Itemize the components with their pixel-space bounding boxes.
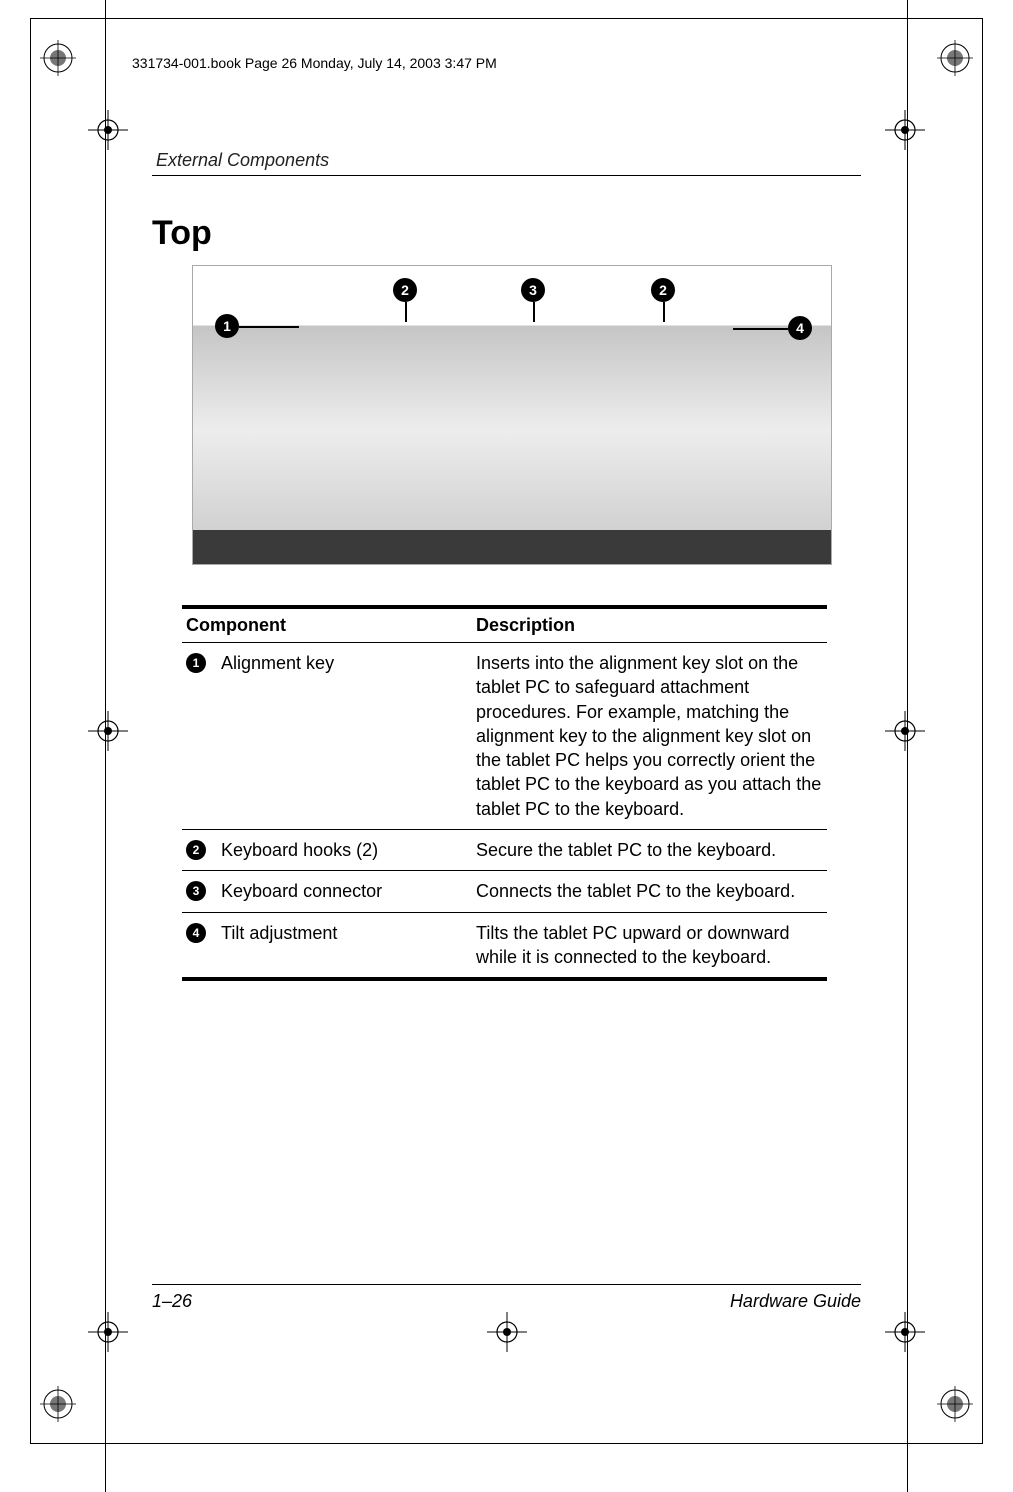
running-head: External Components	[152, 150, 861, 176]
section-title: Top	[152, 214, 861, 253]
table-row: 1 Alignment key Inserts into the alignme…	[182, 643, 827, 830]
row-number-badge: 2	[186, 840, 206, 860]
registration-mark-icon	[40, 40, 76, 76]
registration-mark-icon	[937, 1386, 973, 1422]
crosshair-target-icon	[885, 1312, 925, 1352]
callout-badge-2: 2	[651, 278, 675, 302]
crosshair-target-icon	[88, 1312, 128, 1352]
callout-leader-line	[663, 302, 665, 322]
row-number-badge: 4	[186, 923, 206, 943]
registration-mark-icon	[40, 1386, 76, 1422]
page-content: External Components Top 1 2 3 2 4 Compon…	[152, 150, 861, 1312]
print-header-text: 331734-001.book Page 26 Monday, July 14,…	[132, 55, 497, 71]
callout-badge-4: 4	[788, 316, 812, 340]
registration-mark-icon	[937, 40, 973, 76]
component-name: Keyboard connector	[221, 879, 382, 903]
table-row: 3 Keyboard connector Connects the tablet…	[182, 871, 827, 912]
callout-badge-3: 3	[521, 278, 545, 302]
callout-leader-line	[239, 326, 299, 328]
page-footer: 1–26 Hardware Guide	[152, 1284, 861, 1312]
component-description: Inserts into the alignment key slot on t…	[472, 643, 827, 830]
table-header-description: Description	[472, 607, 827, 643]
component-description-table: Component Description 1 Alignment key In…	[182, 605, 827, 981]
crosshair-target-icon	[885, 110, 925, 150]
table-header-component: Component	[182, 607, 472, 643]
component-name: Alignment key	[221, 651, 334, 675]
callout-badge-1: 1	[215, 314, 239, 338]
callout-leader-line	[405, 302, 407, 322]
component-description: Tilts the tablet PC upward or downward w…	[472, 912, 827, 979]
crosshair-target-icon	[885, 711, 925, 751]
callout-leader-line	[533, 302, 535, 322]
table-row: 4 Tilt adjustment Tilts the tablet PC up…	[182, 912, 827, 979]
row-number-badge: 3	[186, 881, 206, 901]
table-row: 2 Keyboard hooks (2) Secure the tablet P…	[182, 830, 827, 871]
crosshair-target-icon	[487, 1312, 527, 1352]
callout-badge-2: 2	[393, 278, 417, 302]
component-description: Connects the tablet PC to the keyboard.	[472, 871, 827, 912]
crosshair-target-icon	[88, 711, 128, 751]
row-number-badge: 1	[186, 653, 206, 673]
keyboard-top-figure: 1 2 3 2 4	[192, 265, 832, 565]
callout-leader-line	[733, 328, 788, 330]
component-description: Secure the tablet PC to the keyboard.	[472, 830, 827, 871]
page-number: 1–26	[152, 1291, 192, 1312]
component-name: Tilt adjustment	[221, 921, 337, 945]
document-title: Hardware Guide	[730, 1291, 861, 1312]
component-name: Keyboard hooks (2)	[221, 838, 378, 862]
crosshair-target-icon	[88, 110, 128, 150]
